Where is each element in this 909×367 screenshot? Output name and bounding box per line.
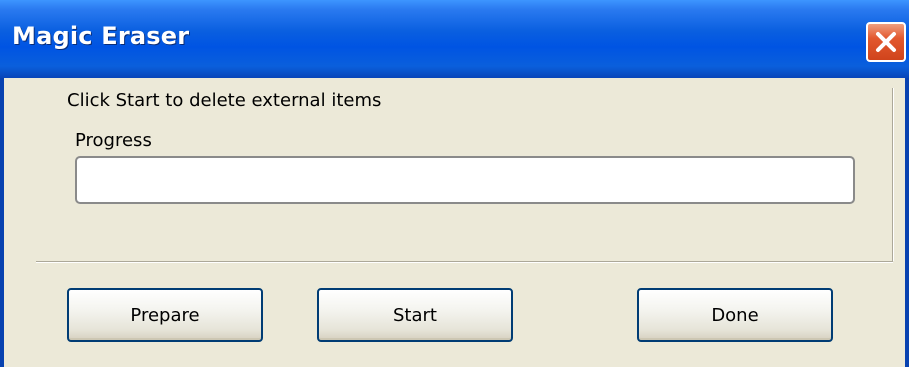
start-button[interactable]: Start: [317, 288, 513, 342]
window-title: Magic Eraser: [12, 22, 190, 50]
separator-line: [36, 261, 893, 263]
close-x-icon: [868, 24, 904, 60]
magic-eraser-dialog: Magic Eraser Click Start to delete exter…: [0, 0, 909, 367]
window-border-left: [0, 78, 4, 367]
instruction-text: Click Start to delete external items: [67, 90, 382, 111]
prepare-button[interactable]: Prepare: [67, 288, 263, 342]
close-button[interactable]: [866, 22, 906, 62]
window-border-right: [905, 78, 909, 367]
done-button[interactable]: Done: [637, 288, 833, 342]
progress-label: Progress: [75, 130, 152, 151]
progress-bar: [75, 156, 855, 204]
title-bar[interactable]: Magic Eraser: [0, 0, 909, 78]
